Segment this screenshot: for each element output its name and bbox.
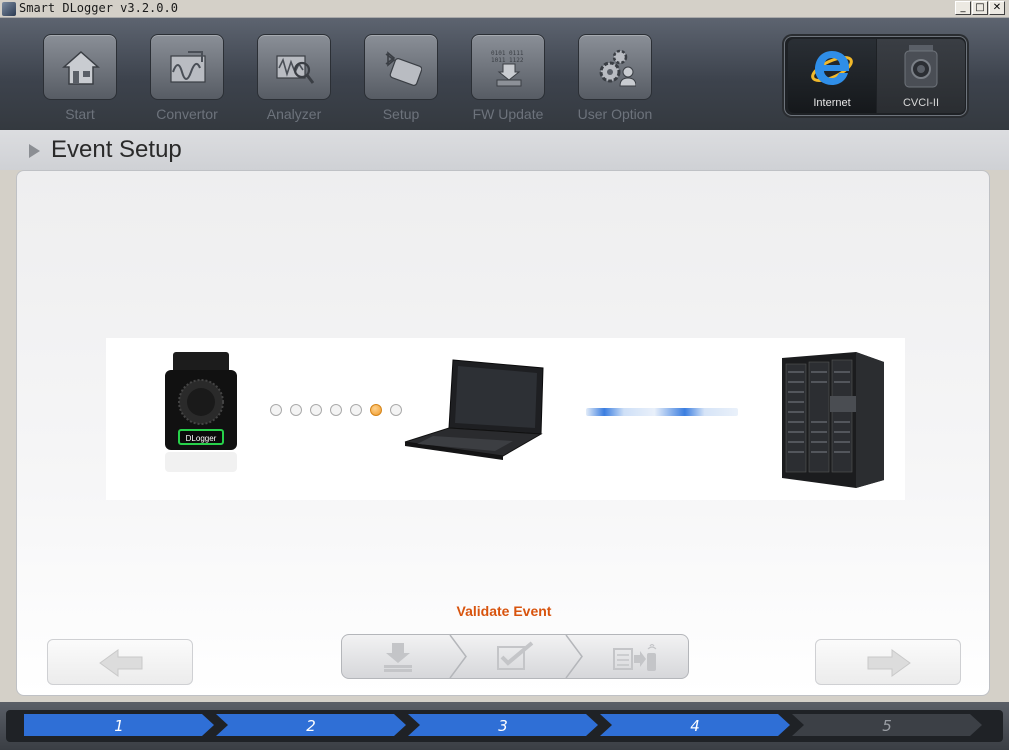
progress-step-number: 1	[114, 717, 124, 735]
firmware-chip-icon: 0101 0111 1011 1122	[491, 50, 524, 87]
heading-arrow-icon	[29, 144, 40, 158]
cvci-device-icon	[904, 45, 938, 88]
dlogger-device-image: DLogger	[165, 352, 237, 472]
toolbar-label-setup: Setup	[382, 106, 420, 122]
progress-step-3: 3	[408, 714, 598, 736]
internet-connection-button[interactable]: Internet	[788, 39, 876, 113]
toolbar-convertor-button[interactable]: Convertor	[142, 34, 232, 134]
internet-explorer-icon	[811, 51, 853, 85]
convertor-icon	[170, 51, 206, 83]
cvci-connection-button[interactable]: CVCI-II	[877, 39, 965, 113]
device-label: DLogger	[186, 434, 217, 443]
progress-step-4: 4	[600, 714, 790, 736]
page-heading-bar: Event Setup	[0, 130, 1009, 170]
progress-dots	[270, 404, 410, 418]
progress-dot	[390, 404, 402, 416]
toolbar-user-option-button[interactable]: User Option	[570, 34, 660, 134]
page-title: Event Setup	[51, 136, 182, 163]
svg-text:1011 1122: 1011 1122	[491, 57, 524, 64]
toolbar-fw-update-button[interactable]: 0101 0111 1011 1122 FW Update	[463, 34, 553, 134]
event-setup-panel: DLogger Validate Event	[16, 170, 990, 696]
wizard-step-send[interactable]	[574, 635, 690, 678]
home-icon	[62, 50, 100, 85]
next-button[interactable]	[815, 639, 961, 685]
network-link-line	[586, 408, 738, 416]
wizard-progress-footer: 1 2 3 4 5	[0, 702, 1009, 750]
progress-step-number: 2	[306, 717, 316, 735]
toolbar-label-analyzer: Analyzer	[266, 106, 322, 122]
progress-step-2: 2	[216, 714, 406, 736]
progress-step-number: 5	[882, 717, 892, 735]
analyzer-icon	[276, 55, 315, 84]
progress-dot-active	[370, 404, 382, 416]
window-title: Smart DLogger v3.2.0.0	[19, 1, 178, 15]
svg-text:0101 0111: 0101 0111	[491, 50, 524, 57]
maximize-button[interactable]: □	[972, 1, 988, 15]
minimize-button[interactable]: _	[955, 1, 971, 15]
connection-diagram: DLogger	[106, 338, 905, 500]
close-button[interactable]: ✕	[989, 1, 1005, 15]
progress-step-number: 3	[498, 717, 508, 735]
progress-dot	[270, 404, 282, 416]
toolbar-label-user-option: User Option	[577, 106, 653, 122]
wizard-step-download[interactable]	[342, 635, 458, 678]
progress-step-5: 5	[792, 714, 982, 736]
validate-event-status: Validate Event	[456, 603, 552, 619]
cvci-connection-label: CVCI-II	[902, 97, 940, 109]
progress-dot	[350, 404, 362, 416]
edit-checklist-icon	[497, 641, 534, 670]
arrow-right-icon	[867, 649, 911, 677]
toolbar-label-fw-update: FW Update	[472, 106, 544, 122]
window-titlebar: Smart DLogger v3.2.0.0 _ □ ✕	[0, 0, 1009, 18]
toolbar-label-start: Start	[65, 106, 95, 122]
download-icon	[384, 643, 412, 672]
progress-dot	[310, 404, 322, 416]
bluetooth-device-icon	[385, 51, 422, 86]
toolbar-start-button[interactable]: Start	[35, 34, 125, 134]
app-logo-icon	[2, 2, 16, 16]
laptop-image	[404, 359, 544, 460]
arrow-left-icon	[99, 649, 143, 677]
server-rack-image	[782, 352, 884, 488]
toolbar-setup-button[interactable]: Setup	[356, 34, 446, 134]
progress-step-number: 4	[690, 717, 700, 735]
gears-user-icon	[599, 49, 636, 87]
wizard-step-bar	[341, 634, 689, 679]
toolbar-analyzer-button[interactable]: Analyzer	[249, 34, 339, 134]
toolbar-label-convertor: Convertor	[156, 106, 218, 122]
progress-dot	[330, 404, 342, 416]
progress-step-1: 1	[24, 714, 214, 736]
previous-button[interactable]	[47, 639, 193, 685]
connection-selector: Internet CVCI-II	[784, 36, 967, 116]
send-to-device-icon	[613, 643, 657, 671]
internet-connection-label: Internet	[813, 97, 851, 109]
main-toolbar: Start Convertor Analyzer Setup 0101 0111…	[0, 18, 1009, 130]
progress-dot	[290, 404, 302, 416]
wizard-step-edit[interactable]	[458, 635, 574, 678]
